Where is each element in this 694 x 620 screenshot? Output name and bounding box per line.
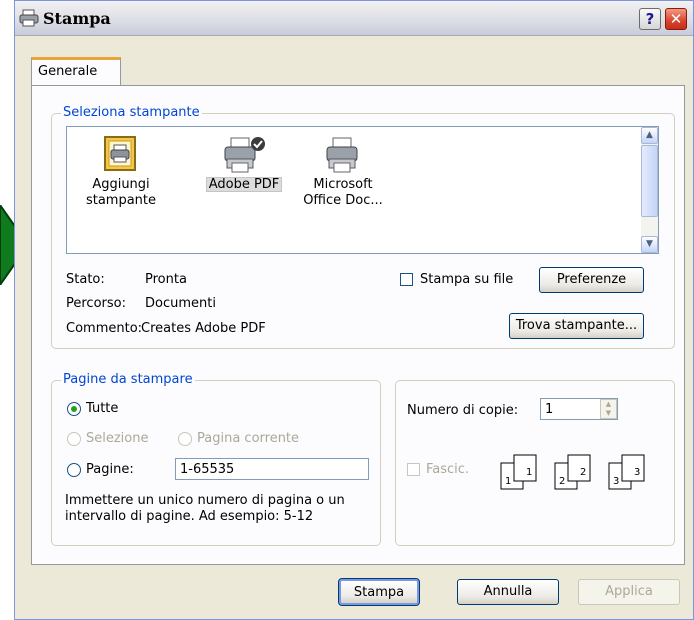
printer-list-scrollbar[interactable]: ▲ ▼ [641,127,658,253]
comment-label: Commento: [66,321,143,336]
current-page-label: Pagina corrente [197,431,300,446]
apply-button: Applica [578,579,680,605]
all-pages-radio[interactable] [67,402,81,416]
page-range-hint-line2: intervallo di pagine. Ad esempio: 5-12 [65,509,314,524]
spin-up-icon[interactable]: ▲ [601,400,616,409]
printer-label: Microsoft [313,177,373,192]
collate-pages-icon: 1 1 2 2 3 3 [500,454,645,490]
printer-item-adobe-pdf[interactable]: Adobe PDF [195,135,293,193]
spin-down-icon[interactable]: ▼ [601,409,616,418]
printer-item-microsoft-office[interactable]: Microsoft Office Doc... [293,135,393,209]
preferences-button[interactable]: Preferenze [539,267,644,293]
add-printer-icon [104,136,136,171]
svg-text:2: 2 [580,467,586,478]
copies-label: Numero di copie: [407,403,519,418]
collate-checkbox [407,463,420,476]
print-button[interactable]: Stampa [338,578,420,606]
svg-text:1: 1 [505,476,511,487]
svg-text:3: 3 [613,476,619,487]
all-pages-label: Tutte [86,401,119,416]
copies-spinner[interactable]: ▲ ▼ [600,399,617,419]
printer-item-add[interactable]: Aggiungi stampante [81,135,161,209]
svg-text:3: 3 [634,467,640,478]
printer-label: Aggiungi [92,177,150,192]
title-bar[interactable]: Stampa ? ✕ [15,1,693,36]
find-printer-button[interactable]: Trova stampante... [509,313,644,339]
selection-radio [67,432,81,446]
scroll-up-icon[interactable]: ▲ [641,127,658,144]
printer-icon [326,137,358,173]
pages-input[interactable] [175,458,369,480]
page-range-hint-line1: Immettere un unico numero di pagina o un [65,493,345,508]
path-label: Percorso: [66,296,126,311]
help-button[interactable]: ? [639,8,661,30]
page-range-legend: Pagine da stampare [61,372,195,387]
print-to-file-label: Stampa su file [420,272,514,287]
printer-default-icon [224,137,265,173]
printer-list[interactable]: Aggiungi stampante Adobe PDF Microsoft O… [66,126,659,254]
current-page-radio [178,432,192,446]
scroll-down-icon[interactable]: ▼ [641,236,658,253]
pages-radio[interactable] [67,463,81,477]
status-label: Stato: [66,272,105,287]
print-dialog: Stampa ? ✕ Generale Seleziona stampante … [14,0,694,620]
tab-generale[interactable]: Generale [31,57,121,85]
printer-title-icon [19,9,39,27]
select-printer-legend: Seleziona stampante [61,105,202,120]
selection-label: Selezione [86,431,149,446]
scroll-thumb[interactable] [641,145,658,217]
cancel-button[interactable]: Annulla [457,579,559,605]
collate-label: Fascic. [426,462,470,477]
svg-text:2: 2 [559,476,565,487]
svg-text:1: 1 [526,467,532,478]
close-button[interactable]: ✕ [665,8,687,30]
printer-label: Adobe PDF [204,176,284,193]
pages-label: Pagine: [86,462,134,477]
print-to-file-checkbox[interactable] [400,273,413,286]
path-value: Documenti [145,296,216,311]
printer-label: stampante [85,193,157,208]
status-value: Pronta [145,272,187,287]
window-title: Stampa [43,9,111,28]
printer-label: Office Doc... [303,193,383,208]
comment-value: Creates Adobe PDF [141,321,266,336]
